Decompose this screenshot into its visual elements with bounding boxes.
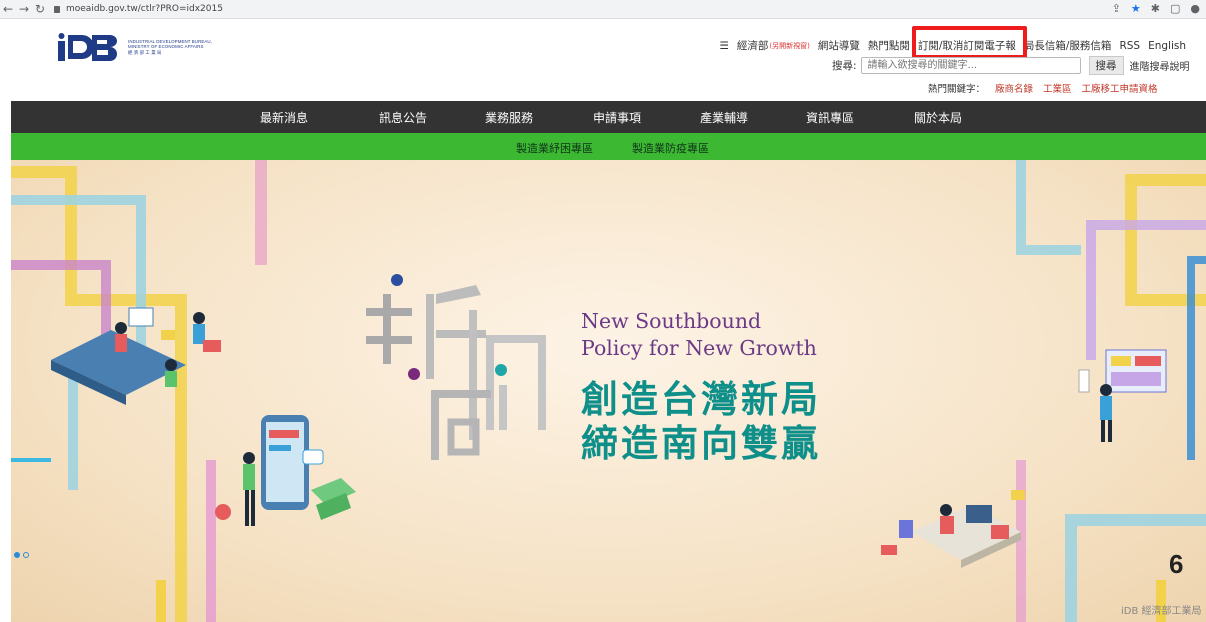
advanced-search-link[interactable]: 進階搜尋說明 [1130, 58, 1190, 73]
banner-english-line-1: New Southbound [581, 309, 762, 333]
url-text: moeaidb.gov.tw/ctlr?PRO=idx2015 [66, 4, 223, 14]
idb-logo-icon [58, 33, 117, 61]
site-logo[interactable]: INDUSTRIAL DEVELOPMENT BUREAU, MINISTRY … [58, 33, 212, 61]
hot-keyword-link[interactable]: 廠商名錄 [995, 81, 1033, 95]
nav-item[interactable]: 資訊專區 [806, 109, 854, 126]
slide-number: 6 [1169, 549, 1184, 579]
link-english[interactable]: English [1148, 40, 1186, 52]
link-rss[interactable]: RSS [1119, 40, 1140, 52]
link-hot[interactable]: 熱門點閱 [868, 38, 910, 53]
profile-icon[interactable]: ● [1190, 2, 1200, 15]
search-button[interactable]: 搜尋 [1088, 56, 1124, 75]
window-icon[interactable]: ▢ [1170, 2, 1180, 15]
carousel-dot[interactable] [23, 552, 29, 558]
bookmark-star-icon[interactable]: ★ [1131, 2, 1141, 15]
phone-illustration [215, 415, 356, 526]
new-southbound-logo [366, 274, 546, 460]
highlight-box [912, 26, 1027, 59]
dashboard-illustration [1078, 349, 1167, 442]
logo-line-2: MINISTRY OF ECONOMIC AFFAIRS [128, 44, 204, 50]
forward-icon[interactable]: → [16, 0, 32, 18]
hot-keywords-label: 熱門關鍵字： [928, 84, 986, 95]
main-nav: 最新消息 訊息公告 業務服務 申請事項 產業輔導 資訊專區 關於本局 [11, 101, 1206, 133]
hot-keyword-link[interactable]: 工業區 [1043, 81, 1072, 95]
nav-item[interactable]: 申請事項 [593, 109, 641, 126]
laptop-illustration [881, 490, 1025, 568]
carousel-dots [14, 552, 29, 558]
carousel-dot-active[interactable] [14, 552, 20, 558]
subnav-item[interactable]: 製造業紓困專區 [516, 140, 593, 156]
nav-item[interactable]: 產業輔導 [700, 109, 748, 126]
hot-keyword-link[interactable]: 工廠移工申請資格 [1082, 81, 1158, 95]
reload-icon[interactable]: ↻ [32, 0, 48, 18]
menu-icon: ☰ [719, 39, 729, 52]
back-icon[interactable]: ← [0, 0, 16, 18]
logo-text: INDUSTRIAL DEVELOPMENT BUREAU, MINISTRY … [128, 39, 212, 56]
nav-item[interactable]: 最新消息 [260, 109, 308, 126]
banner-english-line-2: Policy for New Growth [581, 336, 817, 360]
banner-english-title: New Southbound Policy for New Growth [581, 308, 817, 362]
link-sitemap[interactable]: 網站導覽 [818, 38, 860, 53]
subnav-item[interactable]: 製造業防疫專區 [632, 140, 709, 156]
banner-chinese-title: 創造台灣新局 締造南向雙贏 [581, 378, 821, 466]
sub-nav: 製造業紓困專區 製造業防疫專區 [11, 133, 1206, 160]
extensions-icon[interactable]: ✱ [1151, 2, 1160, 15]
search-row: 搜尋: 搜尋 進階搜尋說明 [832, 56, 1190, 75]
share-icon[interactable]: ⇪ [1112, 2, 1121, 15]
hot-keywords: 熱門關鍵字： 廠商名錄 工業區 工廠移工申請資格 [928, 81, 1158, 95]
banner-chinese-line-1: 創造台灣新局 [581, 378, 821, 421]
browser-toolbar: ← → ↻ moeaidb.gov.tw/ctlr?PRO=idx2015 ⇪ … [0, 0, 1206, 19]
address-bar[interactable]: moeaidb.gov.tw/ctlr?PRO=idx2015 [54, 2, 494, 16]
moea-new-window-note: (另開新視窗) [769, 41, 810, 50]
nav-item[interactable]: 業務服務 [485, 109, 533, 126]
hero-banner[interactable]: New Southbound Policy for New Growth 創造台… [11, 160, 1206, 622]
nav-item[interactable]: 訊息公告 [379, 109, 427, 126]
lock-icon [54, 5, 60, 13]
link-mailbox[interactable]: 局長信箱/服務信箱 [1024, 38, 1112, 53]
link-moea[interactable]: 經濟部 [737, 38, 769, 53]
search-input[interactable] [860, 57, 1081, 74]
search-label: 搜尋: [832, 60, 857, 72]
corner-watermark: iDB 經濟部工業局 [1121, 606, 1202, 617]
logo-line-3: 經 濟 部 工 業 局 [128, 49, 162, 55]
banner-chinese-line-2: 締造南向雙贏 [581, 422, 821, 465]
nav-item[interactable]: 關於本局 [914, 109, 962, 126]
